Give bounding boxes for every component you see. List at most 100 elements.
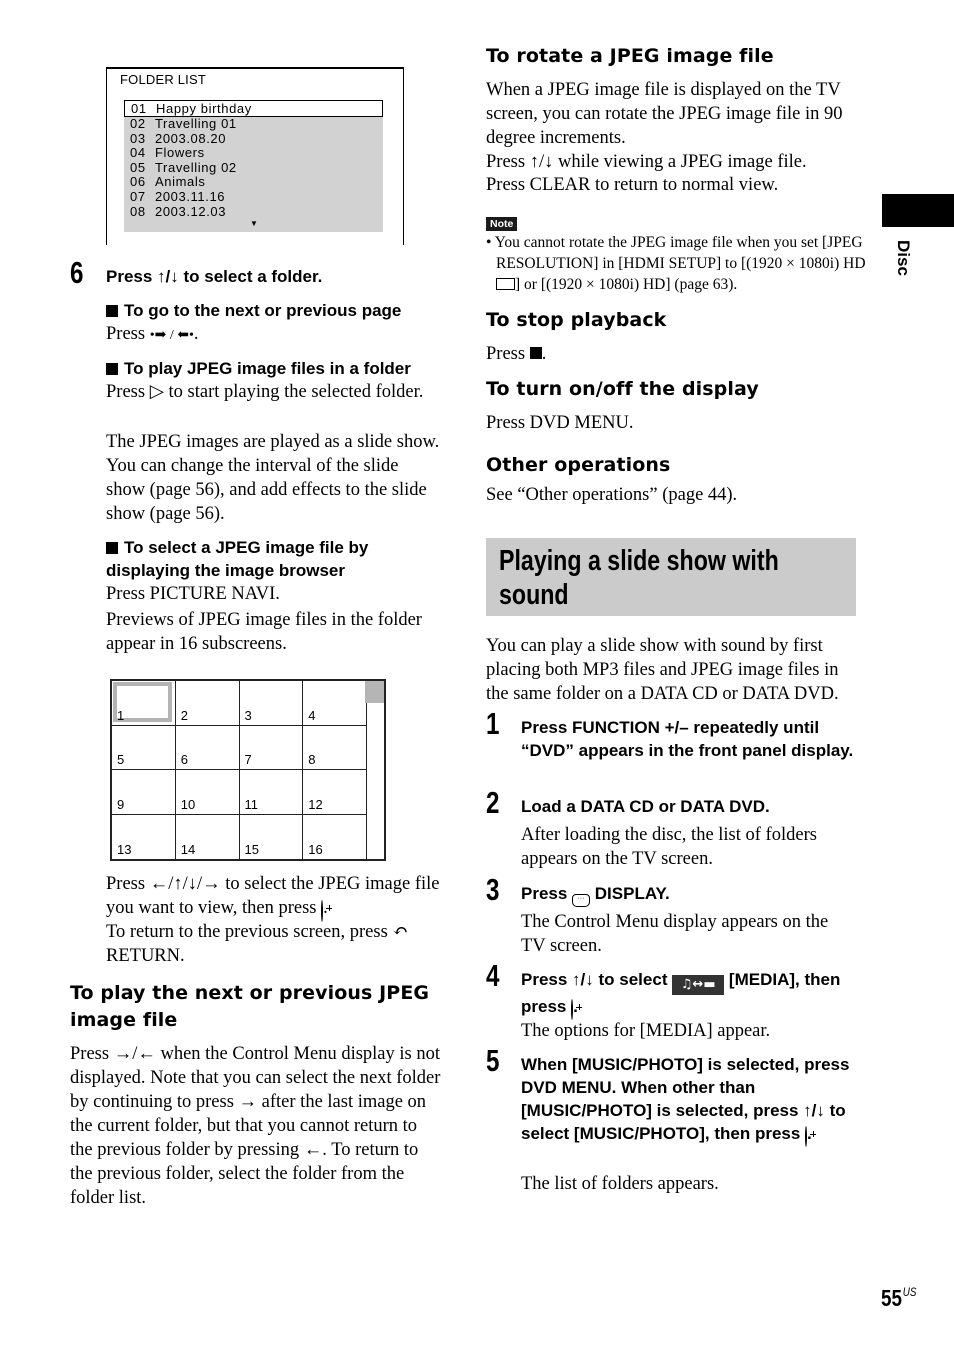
subheading-play-folder: To play JPEG image files in a folder (106, 357, 411, 380)
step-number: 3 (486, 872, 500, 907)
note-text: • You cannot rotate the JPEG image file … (486, 234, 866, 293)
browser-cell: 1 (112, 681, 176, 726)
square-bullet-icon (106, 542, 118, 554)
step-number: 1 (486, 706, 500, 741)
step-number: 2 (486, 785, 500, 820)
right-arrow-icon: → (238, 1092, 258, 1112)
browser-cell-label: 15 (244, 842, 259, 857)
widescreen-icon (496, 278, 515, 290)
play-icon: ▷ (149, 382, 164, 402)
browser-cell-label: 3 (244, 707, 252, 723)
enter-button-icon (805, 1126, 808, 1147)
browser-cell: 13 (112, 814, 176, 859)
browser-cell-label: 10 (180, 796, 196, 812)
step-number: 6 (70, 255, 84, 290)
other-operations-text: See “Other operations” (page 44). (486, 485, 738, 505)
stop-icon (529, 347, 542, 359)
rotate-text: When a JPEG image file is displayed on t… (486, 80, 843, 148)
chapter-tab (882, 194, 954, 227)
browser-cell: 3 (239, 681, 304, 726)
up-down-arrows-icon: ↑/↓ (803, 1101, 825, 1120)
step-number: 4 (486, 958, 500, 993)
browser-cell: 14 (176, 814, 240, 859)
step-number: 5 (486, 1043, 500, 1078)
subheading-next-page: To go to the next or previous page (106, 299, 401, 322)
folder-list-item: 06 Animals (130, 174, 206, 190)
browser-cell-label: 8 (308, 752, 316, 767)
slideshow-intro: You can play a slide show with sound by … (486, 636, 839, 704)
step-3-body: The Control Menu display appears on the … (521, 912, 829, 956)
folder-list-item: 05 Travelling 02 (130, 159, 237, 175)
browser-cell-label: 2 (180, 707, 188, 723)
browser-cell-label: 13 (117, 842, 132, 857)
browser-cell-label: 6 (180, 752, 188, 767)
folder-list-item: 01 Happy birthday (124, 100, 383, 117)
up-down-arrows-icon: ↑/↓ (157, 267, 179, 286)
folder-list-title: FOLDER LIST (120, 72, 206, 87)
stop-text: Press . (486, 344, 547, 364)
browser-cell: 2 (175, 681, 240, 726)
rotate-press-text: Press ↑/↓ while viewing a JPEG image fil… (486, 152, 807, 172)
left-arrow-icon: ← (303, 1140, 323, 1160)
play-folder-text: Press ▷ to start playing the selected fo… (106, 382, 424, 402)
subheading-image-browser: To select a JPEG image file by displaying… (106, 538, 369, 580)
right-left-arrows-icon: →/← (113, 1044, 156, 1064)
next-page-text: Press •➡ / ⬅•. (106, 324, 199, 344)
browser-cell: 16 (303, 814, 367, 859)
previews-text: Previews of JPEG image files in the fold… (106, 610, 422, 654)
folder-list-item: 03 2003.08.20 (130, 130, 227, 146)
heading-next-previous-jpeg: To play the next or previous JPEG image … (70, 982, 430, 1031)
browser-cell: 7 (239, 725, 304, 770)
browser-cell-label: 1 (117, 707, 125, 723)
folder-list: 01 Happy birthday 02 Travelling 01 03 2003.… (124, 100, 383, 232)
folder-list-item: 04 Flowers (130, 145, 205, 161)
return-text: To return to the previous screen, press … (106, 922, 408, 966)
browser-cell: 4 (303, 681, 367, 726)
picture-navi-text: Press PICTURE NAVI. (106, 584, 280, 604)
browser-cell: 6 (175, 725, 240, 770)
step-2-title: Load a DATA CD or DATA DVD. (521, 797, 770, 816)
folder-list-item: 07 2003.11.16 (130, 188, 226, 204)
folder-list-item: 08 2003.12.03 (130, 203, 227, 219)
square-bullet-icon (106, 363, 118, 375)
browser-cell: 15 (240, 814, 304, 859)
browser-cell-label: 14 (180, 842, 196, 857)
slideshow-description: The JPEG images are played as a slide sh… (106, 432, 440, 524)
media-icon: ♫↔▬ (672, 975, 725, 995)
folder-list-figure: FOLDER LIST 01 Happy birthday 02 Travellin… (106, 67, 404, 245)
image-browser-figure: 1 2 3 4 5 6 7 8 9 10 11 12 13 14 15 16 (110, 679, 386, 861)
browser-cell-label: 16 (308, 842, 323, 857)
next-previous-jpeg-text: Press →/← when the Control Menu display … (70, 1044, 441, 1208)
browser-cell: 11 (239, 770, 304, 815)
browser-cell-label: 11 (244, 796, 259, 812)
scrollbar-thumb (365, 681, 384, 703)
page-number: 55US (881, 1285, 917, 1311)
up-down-arrows-icon: ↑/↓ (572, 970, 594, 989)
browser-cell-label: 5 (117, 752, 125, 767)
return-icon: ↶ (392, 922, 408, 942)
clear-text: Press CLEAR to return to normal view. (486, 175, 779, 195)
next-prev-page-icons: •➡ / ⬅• (149, 328, 194, 343)
step-5-body: The list of folders appears. (521, 1174, 719, 1194)
browser-cell: 9 (112, 770, 176, 815)
note-badge: Note (486, 214, 518, 232)
step-1-title: Press FUNCTION +/– repeatedly until “DVD… (521, 718, 854, 760)
heading-display-toggle: To turn on/off the display (486, 378, 759, 400)
enter-button-icon (571, 999, 574, 1020)
browser-cell-label: 12 (308, 796, 323, 812)
browser-cell-label: 7 (244, 752, 252, 767)
chapter-label: Disc (894, 240, 913, 276)
browser-cell: 10 (175, 770, 240, 815)
step-3-title: Press ··· DISPLAY. (521, 882, 670, 907)
square-bullet-icon (106, 305, 118, 317)
step-6-title: Press ↑/↓ to select a folder. (106, 267, 323, 286)
scroll-down-arrow-icon: ▼ (250, 219, 258, 228)
image-browser-grid: 1 2 3 4 5 6 7 8 9 10 11 12 13 14 15 16 (112, 681, 367, 859)
browser-cell-label: 4 (308, 707, 316, 723)
display-text: Press DVD MENU. (486, 413, 634, 433)
heading-other-operations: Other operations (486, 454, 671, 476)
step-4-body: The options for [MEDIA] appear. (521, 1021, 771, 1041)
browser-navigate-text: Press ←/↑/↓/→ to select the JPEG image f… (106, 872, 446, 923)
browser-cell: 5 (112, 725, 176, 770)
display-button-icon: ··· (572, 894, 591, 907)
